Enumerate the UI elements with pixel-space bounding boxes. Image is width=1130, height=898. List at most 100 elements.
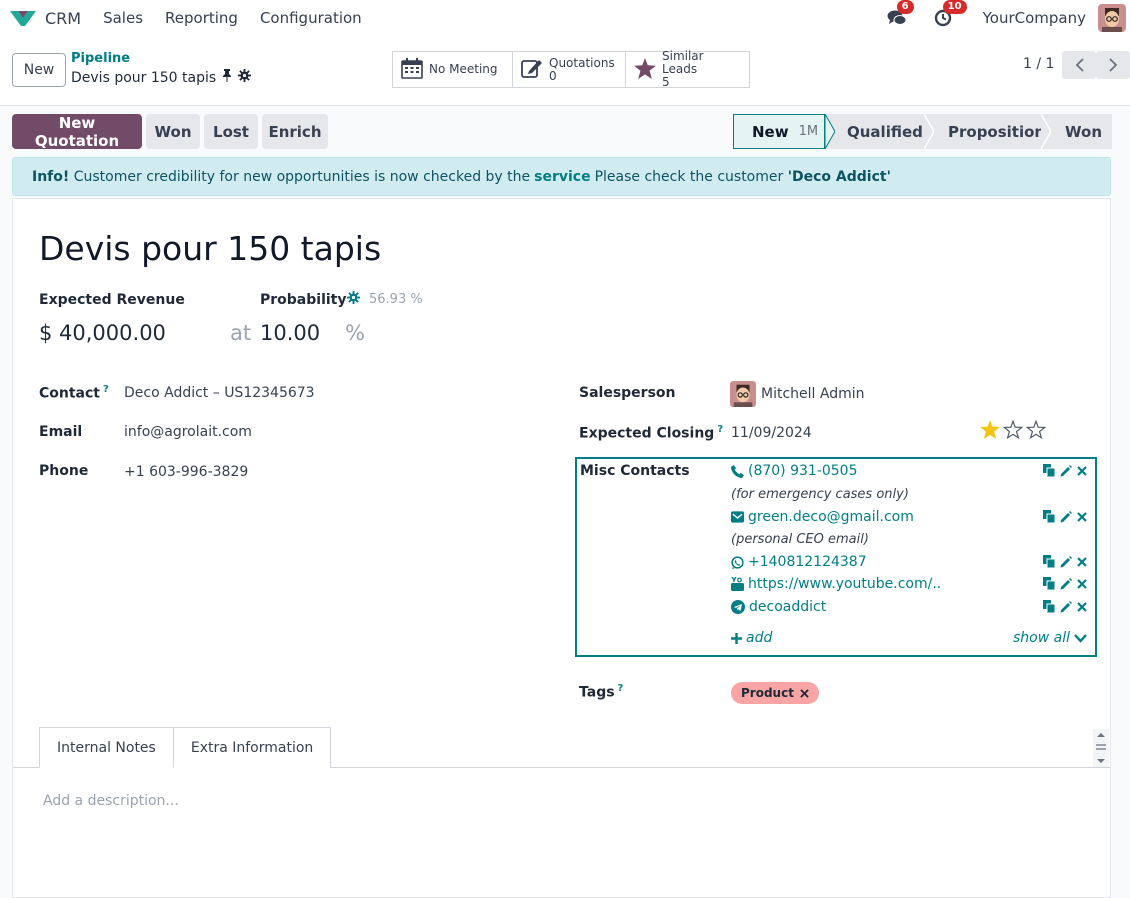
new-record-button[interactable]: New: [12, 53, 66, 87]
pencil-icon[interactable]: [1060, 510, 1072, 523]
chevron-down-icon: [1074, 633, 1087, 643]
misc-telegram-row[interactable]: decoaddict: [731, 599, 826, 615]
lead-title[interactable]: Devis pour 150 tapis: [39, 229, 381, 268]
stage-proposition[interactable]: Proposition: [924, 114, 1051, 149]
stage-qualified[interactable]: Qualified: [825, 114, 934, 149]
copy-icon[interactable]: [1043, 464, 1055, 477]
activities-badge: 10: [942, 0, 967, 14]
gear-icon[interactable]: [238, 69, 252, 86]
misc-show-all-button[interactable]: show all: [1013, 630, 1087, 646]
remove-x-icon[interactable]: [1077, 556, 1087, 567]
app-name[interactable]: CRM: [45, 9, 81, 28]
pager-previous-button[interactable]: [1062, 51, 1096, 79]
quotations-smart-button[interactable]: Quotations 0: [513, 52, 626, 87]
alert-text-1: Customer credibility for new opportuniti…: [73, 168, 531, 185]
misc-telegram: decoaddict: [749, 599, 827, 615]
pencil-icon[interactable]: [1060, 464, 1072, 477]
priority-star-empty-icon[interactable]: [1026, 420, 1046, 439]
menu-configuration[interactable]: Configuration: [260, 9, 362, 27]
breadcrumb-pipeline[interactable]: Pipeline: [71, 51, 130, 66]
copy-icon[interactable]: [1043, 555, 1055, 568]
copy-icon[interactable]: [1043, 600, 1055, 613]
stage-won[interactable]: Won: [1041, 114, 1112, 149]
remove-x-icon[interactable]: [1077, 578, 1087, 589]
salesperson-label: Salesperson: [579, 385, 676, 401]
tags-help-icon[interactable]: ?: [618, 683, 624, 694]
tags-label-text: Tags: [579, 684, 615, 701]
percent-sign: %: [345, 321, 365, 345]
youtube-icon: [731, 577, 744, 591]
expected-revenue-label: Expected Revenue: [39, 292, 185, 308]
alert-text-2: Please check the customer: [594, 168, 784, 185]
contact-label-text: Contact: [39, 385, 100, 402]
probability-field[interactable]: 10.00: [260, 321, 320, 345]
scrollbar[interactable]: [1093, 729, 1109, 767]
new-quotation-button[interactable]: New Quotation: [12, 114, 142, 150]
contact-label: Contact?: [39, 384, 109, 402]
misc-email-actions: [1043, 510, 1087, 523]
similar-leads-smart-button[interactable]: Similar Leads 5: [626, 50, 749, 89]
misc-email-row[interactable]: green.deco@gmail.com: [731, 509, 914, 525]
won-button[interactable]: Won: [146, 114, 200, 149]
misc-phone-actions: [1043, 464, 1087, 477]
tab-internal-notes[interactable]: Internal Notes: [39, 727, 174, 768]
expected-revenue-field[interactable]: $ 40,000.00: [39, 321, 166, 345]
priority-star-empty-icon[interactable]: [1003, 420, 1023, 439]
enrich-button[interactable]: Enrich: [262, 114, 328, 149]
contact-help-icon[interactable]: ?: [103, 384, 109, 395]
email-field[interactable]: info@agrolait.com: [124, 424, 252, 440]
description-editor[interactable]: Add a description...: [43, 793, 179, 809]
contact-field[interactable]: Deco Addict – US12345673: [124, 385, 315, 401]
menu-sales[interactable]: Sales: [103, 9, 143, 27]
quotations-text: Quotations 0: [549, 55, 615, 83]
remove-x-icon[interactable]: [1077, 465, 1087, 476]
closing-help-icon[interactable]: ?: [717, 424, 723, 435]
breadcrumb-current: Devis pour 150 tapis: [71, 69, 252, 86]
pencil-icon[interactable]: [1060, 555, 1072, 568]
activities-clock-icon[interactable]: 10: [931, 0, 967, 30]
messages-icon[interactable]: 6: [885, 0, 914, 30]
priority-star-filled-icon[interactable]: [980, 420, 1000, 439]
misc-youtube-row[interactable]: https://www.youtube.com/..: [731, 576, 941, 592]
pencil-icon[interactable]: [1060, 600, 1072, 613]
stage-new[interactable]: New 1M: [733, 114, 835, 149]
similar-leads-text: Similar Leads 5: [662, 50, 741, 89]
misc-add-button[interactable]: add: [731, 630, 772, 646]
top-navbar: CRM Sales Reporting Configuration 6 10 Y…: [0, 0, 1130, 36]
quotations-label: Quotations: [549, 55, 615, 70]
misc-phone: (870) 931-0505: [748, 463, 858, 479]
menu-reporting[interactable]: Reporting: [165, 9, 238, 27]
breadcrumb-current-label: Devis pour 150 tapis: [71, 69, 217, 86]
user-avatar[interactable]: [1098, 4, 1126, 32]
misc-phone-row[interactable]: (870) 931-0505: [731, 463, 858, 479]
alert-service-link[interactable]: service: [534, 169, 590, 185]
copy-icon[interactable]: [1043, 510, 1055, 523]
probability-gear-icon[interactable]: [347, 291, 360, 308]
misc-show-all-label: show all: [1013, 630, 1070, 646]
pin-icon[interactable]: [222, 69, 232, 86]
chevron-left-icon: [1075, 58, 1084, 72]
company-switcher[interactable]: YourCompany: [983, 9, 1086, 27]
phone-field[interactable]: +1 603-996-3829: [124, 464, 248, 480]
pencil-icon[interactable]: [1060, 577, 1072, 590]
meeting-label: No Meeting: [429, 62, 498, 76]
copy-icon[interactable]: [1043, 577, 1055, 590]
similar-leads-count: 5: [662, 75, 670, 89]
lost-button[interactable]: Lost: [204, 114, 258, 149]
pager-next-button[interactable]: [1096, 51, 1130, 79]
crm-logo-icon[interactable]: [10, 7, 36, 29]
salesperson-field[interactable]: Mitchell Admin: [761, 386, 865, 402]
envelope-icon: [731, 511, 744, 523]
stage-qualified-label: Qualified: [847, 122, 923, 141]
tag-remove-icon[interactable]: [800, 688, 809, 698]
tab-extra-information[interactable]: Extra Information: [173, 727, 332, 768]
misc-whatsapp-row[interactable]: +140812124387: [731, 554, 867, 570]
remove-x-icon[interactable]: [1077, 511, 1087, 522]
probability-label: Probability: [260, 292, 347, 308]
closing-date-field[interactable]: 11/09/2024: [731, 425, 812, 441]
remove-x-icon[interactable]: [1077, 601, 1087, 612]
meeting-smart-button[interactable]: No Meeting: [393, 52, 513, 87]
pager-value[interactable]: 1 / 1: [1023, 56, 1054, 72]
stage-new-label: New: [752, 122, 789, 141]
quotations-count: 0: [549, 68, 557, 83]
